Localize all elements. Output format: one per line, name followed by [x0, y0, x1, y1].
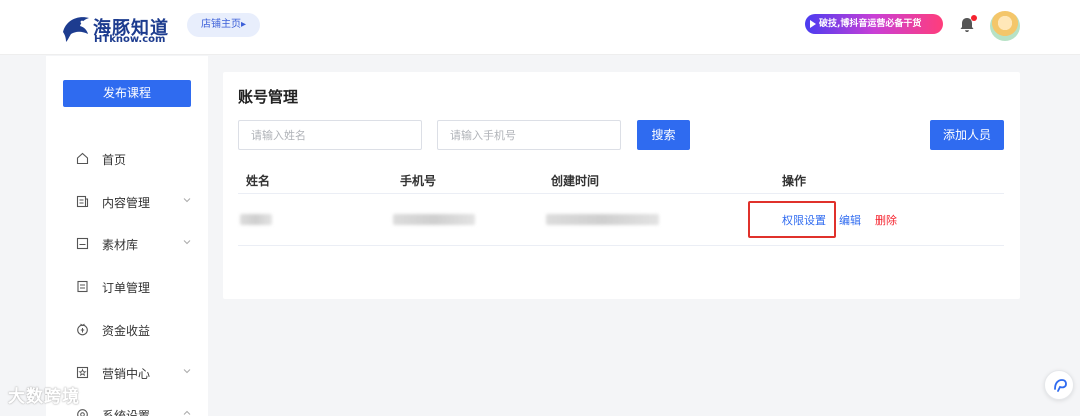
- notification-dot: [971, 15, 977, 21]
- chevron-up-icon: [183, 410, 191, 415]
- delete-link[interactable]: 删除: [875, 212, 897, 228]
- sidebar-item-marketing[interactable]: 营销中心: [46, 362, 208, 384]
- promo-text: 破技,博抖音运营必备干货: [819, 19, 922, 29]
- brand-domain: HTknow.com: [94, 34, 166, 45]
- column-header-actions: 操作: [782, 174, 807, 188]
- home-icon: [76, 152, 89, 165]
- top-bar: 海豚知道 HTknow.com 店铺主页▸ 破技,博抖音运营必备干货: [0, 0, 1080, 55]
- store-home-link[interactable]: 店铺主页▸: [187, 13, 260, 37]
- search-button[interactable]: 搜索: [637, 120, 690, 150]
- sidebar-item-materials[interactable]: 素材库: [46, 233, 208, 255]
- settings-icon: [77, 409, 88, 416]
- column-header-phone: 手机号: [400, 174, 437, 188]
- user-avatar[interactable]: [990, 11, 1020, 41]
- edit-link[interactable]: 编辑: [839, 212, 861, 228]
- floating-help-button[interactable]: [1044, 370, 1074, 400]
- sidebar-item-earnings[interactable]: 资金收益: [46, 319, 208, 341]
- dolphin-logo-icon: [63, 17, 89, 42]
- column-header-created: 创建时间: [551, 174, 600, 188]
- account-management-panel: 账号管理 搜索 添加人员 姓名 手机号 创建时间 操作 权限设置 编辑 删除: [223, 72, 1020, 299]
- sidebar-item-label: 资金收益: [102, 324, 151, 338]
- sidebar-item-orders[interactable]: 订单管理: [46, 276, 208, 298]
- table-header: 姓名 手机号 创建时间 操作: [238, 168, 1004, 194]
- play-icon: [810, 20, 816, 28]
- sidebar-item-content[interactable]: 内容管理: [46, 191, 208, 213]
- blurred-name: [240, 214, 272, 225]
- table-row: 权限设置 编辑 删除: [238, 196, 1004, 246]
- phone-search-input[interactable]: [437, 120, 621, 150]
- page-title: 账号管理: [238, 88, 299, 106]
- chevron-down-icon: [183, 198, 191, 203]
- sidebar-item-home[interactable]: 首页: [46, 148, 208, 170]
- add-member-button[interactable]: 添加人员: [930, 120, 1004, 150]
- sidebar: 发布课程 首页 内容管理 素材库 订单管理 资金收益 营销中心 系统设置: [46, 56, 208, 416]
- money-icon: [77, 323, 88, 336]
- content-icon: [76, 195, 89, 208]
- name-search-input[interactable]: [238, 120, 422, 150]
- order-icon: [77, 280, 88, 293]
- chevron-down-icon: [183, 240, 191, 245]
- highlight-box: [748, 201, 836, 238]
- sidebar-item-label: 订单管理: [102, 281, 151, 295]
- brand-logo[interactable]: 海豚知道 HTknow.com: [60, 12, 170, 46]
- chevron-down-icon: [183, 369, 191, 374]
- watermark: 大数跨境: [8, 387, 80, 407]
- marketing-icon: [76, 366, 89, 379]
- floating-logo-icon: [1054, 379, 1067, 392]
- sidebar-item-label: 营销中心: [102, 367, 151, 381]
- sidebar-item-label: 首页: [102, 153, 127, 167]
- column-header-name: 姓名: [246, 174, 271, 188]
- folder-icon: [76, 237, 89, 250]
- sidebar-item-label: 内容管理: [102, 196, 151, 210]
- sidebar-item-label: 系统设置: [102, 409, 151, 416]
- promo-banner[interactable]: 破技,博抖音运营必备干货: [805, 14, 943, 34]
- sidebar-item-label: 素材库: [102, 238, 139, 252]
- publish-course-button[interactable]: 发布课程: [63, 80, 191, 107]
- blurred-created-time: [546, 214, 659, 225]
- blurred-phone: [393, 214, 475, 225]
